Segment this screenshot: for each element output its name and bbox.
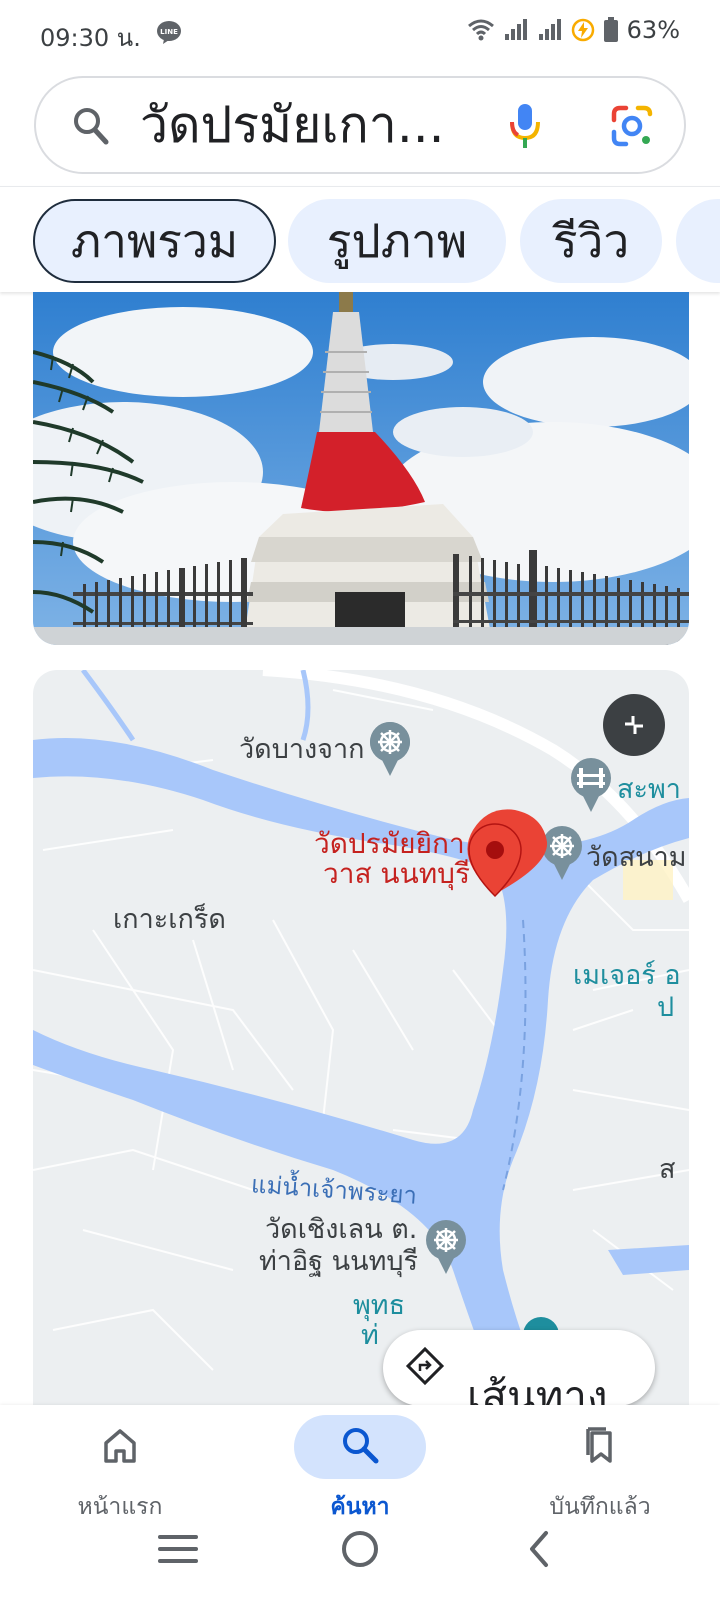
back-icon[interactable] <box>524 1529 554 1569</box>
map-label-major-2: ป <box>657 992 675 1023</box>
search-box[interactable]: วัดปรมัยเกา... <box>34 76 686 174</box>
chip-images[interactable]: รูปภาพ <box>288 199 506 283</box>
chip-reviews[interactable]: รีวิว <box>520 199 662 283</box>
svg-text:LINE: LINE <box>160 28 178 36</box>
map-pin-label-2: วาส นนทบุรี <box>323 857 470 890</box>
bottom-nav: หน้าแรก ค้นหา บันทึกแล้ว <box>0 1405 720 1520</box>
map-label-edge: ส <box>659 1154 676 1185</box>
collapse-map-button[interactable] <box>603 694 665 756</box>
status-icons: 63% <box>467 16 680 44</box>
recent-apps-icon[interactable] <box>158 1531 198 1567</box>
nav-search[interactable]: ค้นหา <box>260 1405 460 1520</box>
charging-icon <box>571 18 594 42</box>
place-photo[interactable] <box>33 292 689 645</box>
search-query[interactable]: วัดปรมัยเกา... <box>140 94 520 156</box>
collapse-icon <box>625 716 643 734</box>
nav-home[interactable]: หน้าแรก <box>20 1405 220 1520</box>
status-time: 09:30 น. <box>40 24 141 52</box>
map-label-wat-choeng-len-2: ท่าอิฐ นนทบุรี <box>259 1246 419 1277</box>
filter-chips: ภาพรวม รูปภาพ รีวิว <box>0 186 720 292</box>
search-icon[interactable] <box>72 106 110 146</box>
map-label-buddha-1: พุทธ <box>353 1290 406 1321</box>
directions-label: เส้นทาง <box>467 1372 608 1406</box>
battery-percent: 63% <box>626 16 680 44</box>
directions-icon <box>405 1346 445 1386</box>
bridge-marker <box>571 758 611 812</box>
chip-overview[interactable]: ภาพรวม <box>33 199 276 283</box>
map-label-wat-choeng-len-1: วัดเชิงเลน ต. <box>265 1214 418 1245</box>
pagoda-photo <box>33 292 689 645</box>
nav-saved[interactable]: บันทึกแล้ว <box>500 1405 700 1520</box>
map-label-wat-sanam: วัดสนาม <box>586 842 687 873</box>
temple-marker-1 <box>369 722 411 778</box>
mic-icon[interactable] <box>508 102 542 150</box>
home-icon <box>104 1429 136 1463</box>
lens-icon[interactable] <box>610 104 654 148</box>
map-pin-label-1: วัดปรมัยยิกา <box>314 827 465 860</box>
map-label-major: เมเจอร์ อ <box>573 960 681 991</box>
signal-icon-2 <box>538 19 561 40</box>
map-label-buddha-2: ท่ <box>361 1320 379 1351</box>
line-app-icon: LINE <box>157 21 181 44</box>
map-label-koh-kret: เกาะเกร็ด <box>113 904 226 935</box>
wifi-icon <box>467 19 494 41</box>
saved-icon <box>586 1427 612 1463</box>
search-icon <box>343 1428 379 1464</box>
map-label-wat-bang-chak: วัดบางจาก <box>239 734 365 765</box>
signal-icon <box>504 19 527 40</box>
chip-more[interactable] <box>676 199 720 283</box>
directions-button[interactable]: เส้นทาง <box>383 1330 655 1406</box>
map-label-bridge: สะพา <box>617 774 681 805</box>
status-bar: 09:30 น. LINE 63% <box>0 0 720 66</box>
map-view[interactable]: วัดบางจาก สะพา วัดปรมัยยิกา วาส นนทบุรี … <box>33 670 689 1410</box>
home-button-icon[interactable] <box>340 1529 380 1569</box>
battery-icon <box>603 17 618 42</box>
system-nav-bar <box>0 1515 720 1600</box>
